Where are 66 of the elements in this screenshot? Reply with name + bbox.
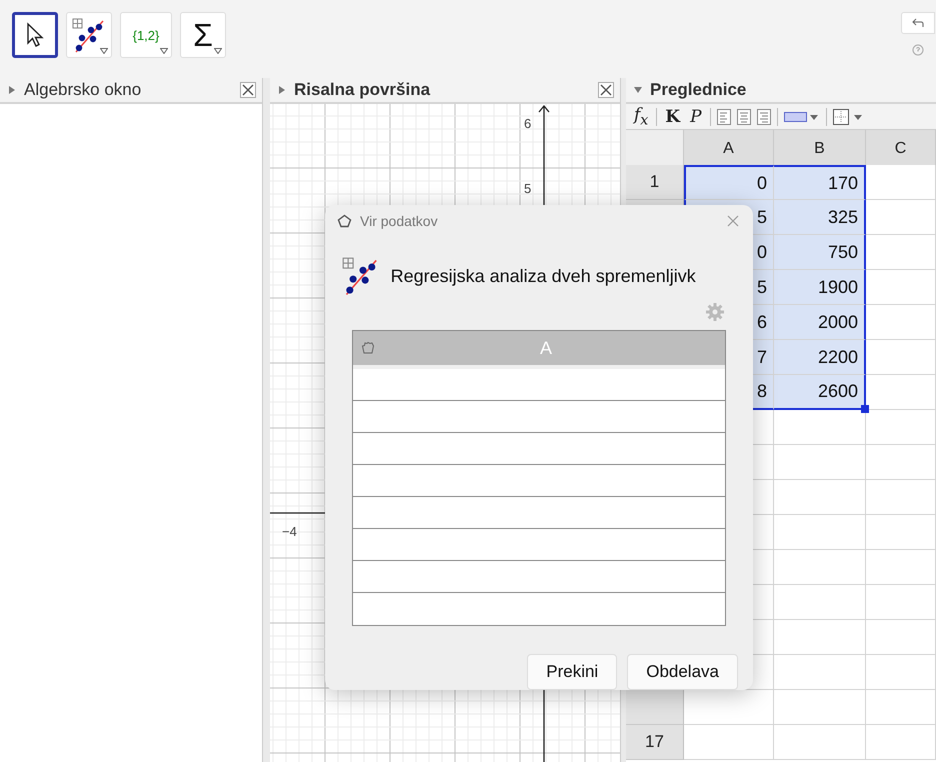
table-cell [866,690,936,725]
text-align-icon[interactable] [736,108,751,124]
tool-button[interactable]: {1,2} [120,12,172,58]
table-cell [866,165,936,200]
table-cell [866,515,936,550]
axis-tick-label: 6 [524,116,532,131]
panel-title: Algebrsko okno [24,80,142,100]
bold-button[interactable]: K [663,106,682,126]
table-cell [866,620,936,655]
table-cell [866,410,936,445]
column-header[interactable]: A [684,130,774,168]
table-cell [866,445,936,480]
row-header[interactable]: 1 [626,165,684,200]
table-cell [866,200,936,235]
table-cell: 0 [684,165,774,200]
border-icon[interactable] [832,108,865,124]
panel-title: Preglednice [650,80,748,100]
row-header[interactable]: 17 [626,725,684,760]
close-icon[interactable] [727,214,739,227]
text-align-icon[interactable] [756,108,771,124]
help-icon[interactable] [912,44,924,56]
formula-button[interactable]: f$_{x}$ [632,104,650,128]
column-header[interactable]: B [774,130,866,168]
undo-button[interactable] [901,12,935,34]
expand-triangle-icon[interactable] [278,86,286,94]
expand-triangle-icon[interactable] [8,86,16,94]
table-cell [866,340,936,375]
panel-title: Risalna površina [294,80,432,100]
italic-button[interactable]: P [688,106,704,126]
tool-button[interactable]: Σ [180,12,226,58]
table-cell [866,585,936,620]
table-cell [866,655,936,690]
pentagon-icon [337,214,352,228]
fill-color-icon[interactable] [784,110,820,124]
hand-icon[interactable] [361,341,375,355]
dialog-title: Vir podatkov [360,212,439,229]
table-cell [866,550,936,585]
axis-tick-label: 5 [524,181,532,196]
dropdown-triangle-icon [214,48,222,54]
fill-handle[interactable] [861,405,869,413]
text-align-icon[interactable] [716,108,731,124]
axis-tick-label: −4 [282,524,297,539]
expand-triangle-icon[interactable] [634,86,642,94]
process-button[interactable]: Obdelava [627,654,738,690]
table-cell [866,480,936,515]
close-button[interactable] [598,82,614,98]
table-cell: 170 [774,165,866,200]
table-cell: 2600 [774,375,866,410]
column-header[interactable]: C [866,130,936,168]
table-cell: 2200 [774,340,866,375]
table-cell: 325 [774,200,866,235]
table-cell: 1900 [774,270,866,305]
table-cell [866,270,936,305]
tool-button[interactable] [12,12,58,58]
table-cell: 750 [774,235,866,270]
dropdown-triangle-icon [100,48,108,54]
table-cell [866,725,936,760]
table-cell [866,375,936,410]
close-button[interactable] [240,82,256,98]
cancel-button[interactable]: Prekini [527,654,618,690]
table-cell: 2000 [774,305,866,340]
column-header: A [538,338,553,358]
undo-icon [912,18,924,28]
table-cell [866,235,936,270]
dropdown-triangle-icon [160,48,168,54]
table-cell [866,305,936,340]
